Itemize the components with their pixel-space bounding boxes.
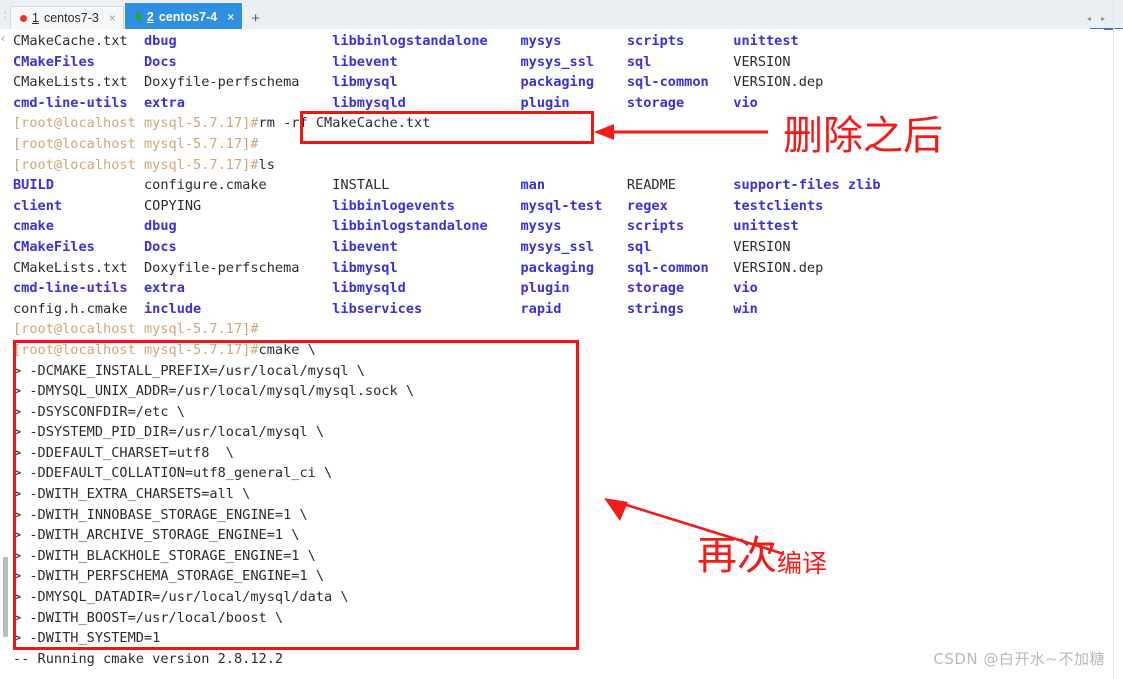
terminal-text: CMakeCache.txt dbug libbinlogstandalone … — [13, 33, 881, 667]
window-right-border — [1113, 0, 1114, 679]
scrollbar-thumb[interactable] — [3, 557, 8, 637]
terminal-scrollbar[interactable] — [0, 29, 12, 679]
tab-index: 2 — [146, 9, 154, 24]
watermark: CSDN @白开水~不加糖 — [933, 650, 1105, 668]
tab-status-dot-green — [134, 13, 142, 20]
terminal-screen[interactable]: CMakeCache.txt dbug libbinlogstandalone … — [0, 29, 1104, 679]
tab-status-dot-red — [20, 14, 27, 22]
close-icon[interactable]: × — [109, 11, 116, 25]
tabbar-rail-glyph: : — [3, 8, 7, 21]
scrollbar-up-icon[interactable]: ‹ — [1, 31, 5, 45]
tab-label: centos7-4 — [158, 9, 218, 24]
tab-label: centos7-3 — [43, 11, 99, 25]
tab-centos7-3[interactable]: 1 centos7-3 × — [10, 6, 124, 29]
tab-bar: : 1 centos7-3 × 2 centos7-4 × + ◂ ▸ — [0, 0, 1123, 30]
close-icon[interactable]: × — [227, 10, 234, 24]
scroll-left-icon[interactable]: ◂ — [1083, 11, 1095, 25]
window-right-pane — [1114, 29, 1123, 679]
tab-index: 1 — [32, 11, 39, 25]
tab-centos7-4[interactable]: 2 centos7-4 × — [124, 3, 243, 29]
scroll-right-icon[interactable]: ▸ — [1097, 11, 1109, 25]
tabbar-scroll-controls: ◂ ▸ — [1083, 7, 1123, 29]
new-tab-button[interactable]: + — [243, 7, 268, 29]
